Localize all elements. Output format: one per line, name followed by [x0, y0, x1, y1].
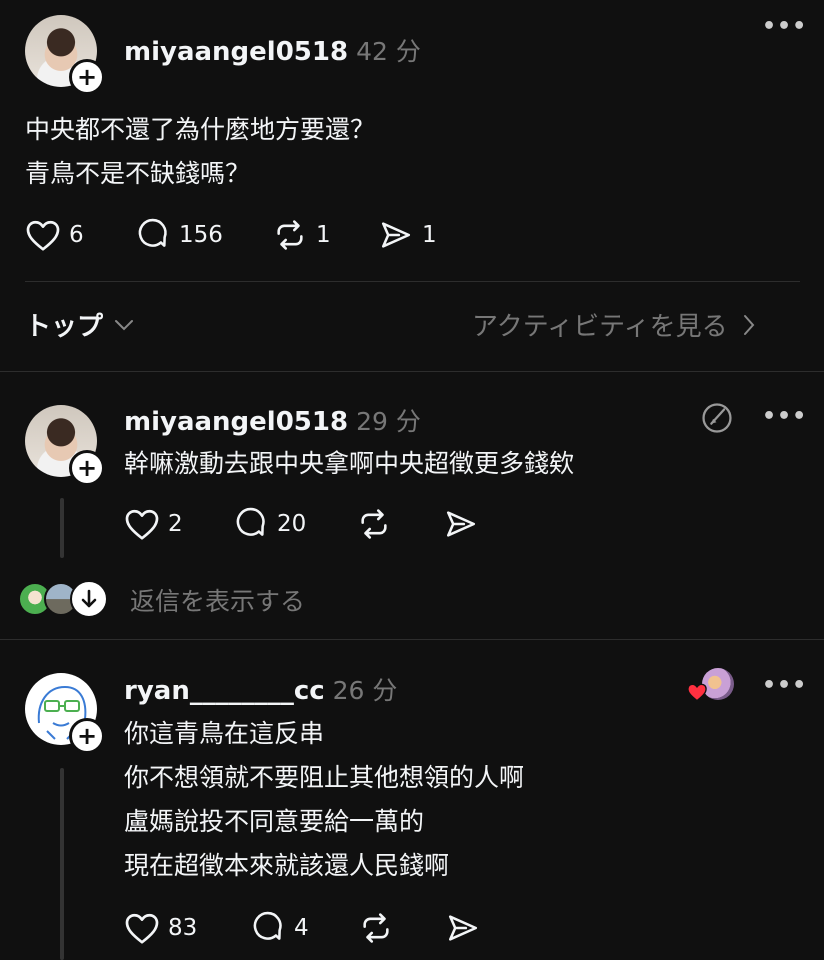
- comment-line: 盧媽說投不同意要給一萬的: [124, 807, 425, 836]
- post-time: 42 分: [356, 37, 421, 66]
- heart-icon: [26, 220, 60, 251]
- post-line: 中央都不還了為什麼地方要還？: [25, 115, 376, 144]
- send-icon: [381, 222, 411, 248]
- like-count: 83: [168, 915, 198, 941]
- share-count: 1: [422, 222, 437, 248]
- reply-button[interactable]: 156: [135, 218, 223, 252]
- view-activity-label: アクティビティを見る: [472, 312, 728, 342]
- chevron-right-icon: [743, 314, 754, 335]
- comment-icon: [138, 218, 167, 247]
- repost-icon: [361, 509, 387, 539]
- comment-line: 你不想領就不要阻止其他想領的人啊: [124, 763, 525, 792]
- divider: [25, 281, 800, 282]
- comment-line: 現在超徵本來就該還人民錢啊: [124, 851, 450, 880]
- follow-plus-icon[interactable]: +: [69, 59, 105, 95]
- liked-by-author-badge: [686, 668, 736, 704]
- like-button[interactable]: 6: [25, 218, 84, 252]
- repost-count: 1: [316, 222, 331, 248]
- post-username[interactable]: miyaangel0518 42 分: [124, 32, 421, 68]
- post-body: 中央都不還了為什麼地方要還？ 青鳥不是不缺錢嗎？: [25, 108, 375, 196]
- like-count: 2: [168, 511, 183, 537]
- sort-dropdown[interactable]: トップ: [25, 306, 135, 343]
- comment-username-text[interactable]: ryan________cc: [124, 676, 325, 706]
- comment-time: 29 分: [356, 407, 421, 436]
- heart-icon: [125, 509, 159, 540]
- post-line: 青鳥不是不缺錢嗎？: [25, 159, 251, 188]
- comment-time: 26 分: [332, 676, 398, 705]
- repost-button[interactable]: [358, 911, 394, 945]
- follow-plus-icon[interactable]: +: [69, 718, 105, 754]
- show-replies-link[interactable]: 返信を表示する: [130, 582, 305, 618]
- share-button[interactable]: [443, 507, 479, 541]
- follow-plus-icon[interactable]: +: [69, 450, 105, 486]
- comment-icon: [236, 507, 265, 536]
- arrow-down-icon: [70, 580, 108, 618]
- repost-icon: [277, 220, 303, 250]
- comment-username-text[interactable]: miyaangel0518: [124, 407, 348, 437]
- more-options-icon[interactable]: •••: [762, 14, 807, 39]
- send-icon: [446, 511, 476, 537]
- comment-line: 幹嘛激動去跟中央拿啊中央超徵更多錢欸: [124, 449, 575, 478]
- reply-count: 4: [294, 915, 309, 941]
- repost-button[interactable]: [356, 507, 392, 541]
- reply-count: 156: [179, 222, 223, 248]
- sort-label: トップ: [25, 312, 104, 342]
- like-button[interactable]: 83: [124, 911, 197, 945]
- comment-body: 幹嘛激動去跟中央拿啊中央超徵更多錢欸: [124, 442, 574, 486]
- edited-icon[interactable]: [700, 401, 734, 435]
- like-count: 6: [69, 222, 84, 248]
- comment-username[interactable]: miyaangel0518 29 分: [124, 402, 421, 438]
- comment-username[interactable]: ryan________cc 26 分: [124, 671, 397, 707]
- reply-button[interactable]: 4: [250, 911, 309, 945]
- divider: [0, 371, 824, 372]
- repost-icon: [363, 913, 389, 943]
- heart-filled-icon: [687, 683, 707, 702]
- heart-icon: [125, 913, 159, 944]
- share-button[interactable]: 1: [378, 218, 437, 252]
- send-icon: [448, 915, 478, 941]
- thread-line: [60, 768, 64, 960]
- like-button[interactable]: 2: [124, 507, 183, 541]
- divider: [0, 639, 824, 640]
- comment-body: 你這青鳥在這反串 你不想領就不要阻止其他想領的人啊 盧媽說投不同意要給一萬的 現…: [124, 712, 524, 888]
- more-options-icon[interactable]: •••: [762, 673, 807, 698]
- share-button[interactable]: [445, 911, 481, 945]
- post-username-text[interactable]: miyaangel0518: [124, 37, 348, 67]
- view-activity-link[interactable]: アクティビティを見る: [472, 306, 756, 343]
- reply-avatars[interactable]: [18, 580, 108, 618]
- comment-icon: [253, 911, 282, 940]
- reply-count: 20: [277, 511, 307, 537]
- chevron-down-icon: [115, 319, 134, 330]
- repost-button[interactable]: 1: [272, 218, 331, 252]
- comment-line: 你這青鳥在這反串: [124, 719, 325, 748]
- reply-button[interactable]: 20: [233, 507, 306, 541]
- more-options-icon[interactable]: •••: [762, 404, 807, 429]
- thread-line: [60, 498, 64, 558]
